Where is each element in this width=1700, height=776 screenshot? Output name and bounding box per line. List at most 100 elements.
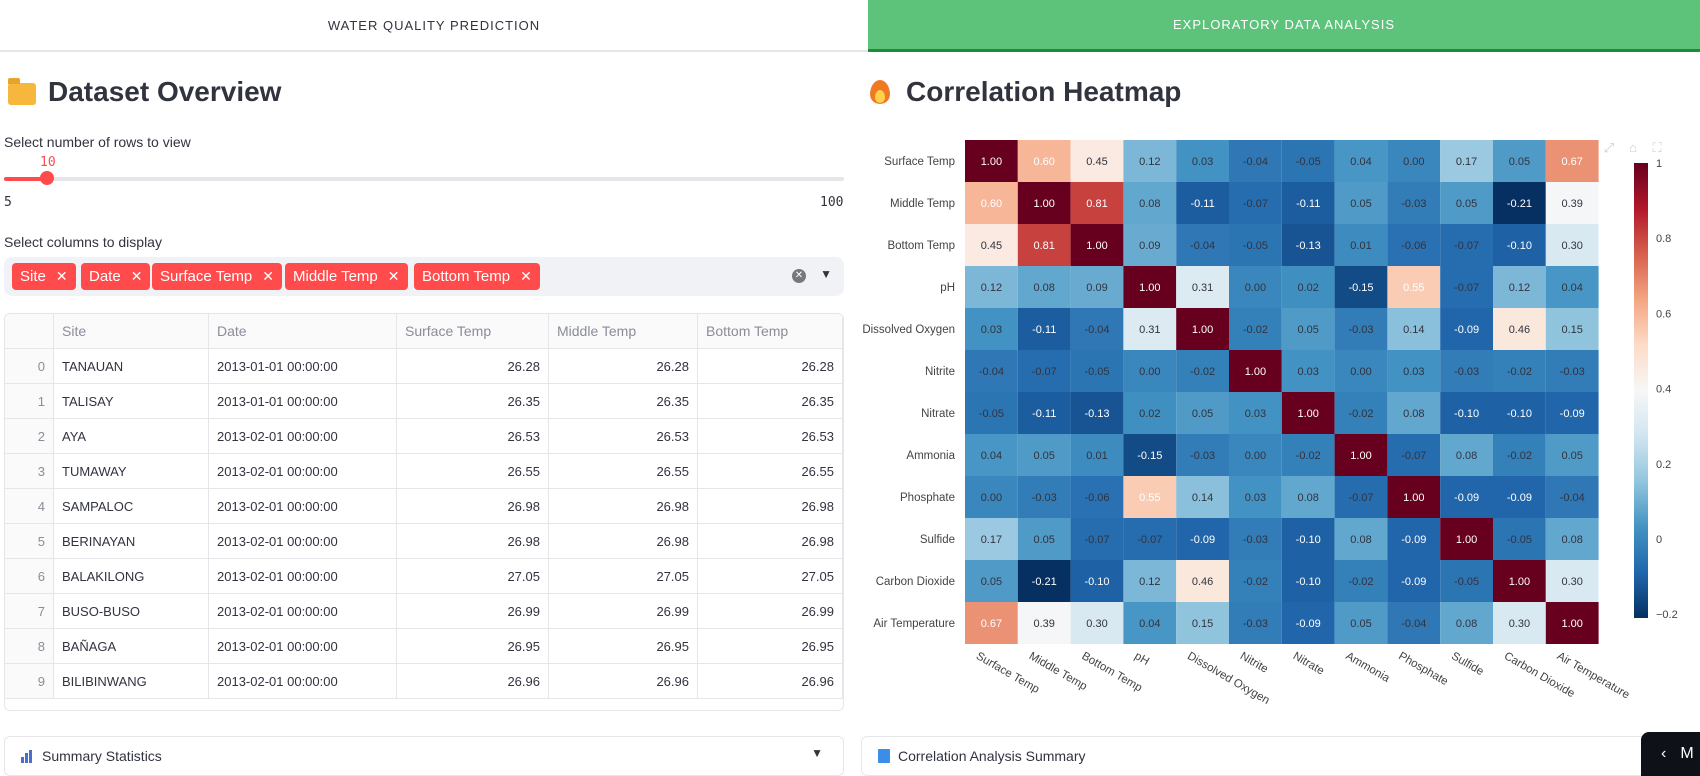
y-tick-label: Carbon Dioxide — [876, 576, 955, 588]
heatmap-cell-label: -0.10 — [1507, 240, 1532, 252]
column-header-site[interactable]: Site — [53, 314, 209, 349]
rows-slider-thumb[interactable] — [40, 171, 54, 185]
remove-chip-icon[interactable]: ✕ — [520, 268, 532, 285]
heatmap-cell-label: 0.01 — [1350, 240, 1371, 252]
tab-water-quality-prediction[interactable]: WATER QUALITY PREDICTION — [0, 0, 868, 52]
table-header-row: Site Date Surface Temp Middle Temp Botto… — [5, 314, 843, 349]
cell-bottom-temp: 26.98 — [697, 523, 843, 559]
correlation-heatmap-heading: Correlation Heatmap — [866, 76, 1181, 108]
table-row[interactable]: 6 BALAKILONG 2013-02-01 00:00:00 27.05 27.05… — [5, 558, 843, 594]
dataframe-table[interactable]: Site Date Surface Temp Middle Temp Botto… — [4, 313, 844, 711]
heatmap-cell-label: 0.17 — [981, 534, 1002, 546]
cell-middle-temp: 26.99 — [548, 593, 698, 629]
table-row[interactable]: 4 SAMPALOC 2013-02-01 00:00:00 26.98 26.98 26… — [5, 488, 843, 524]
row-index: 6 — [5, 558, 54, 594]
cell-bottom-temp: 26.28 — [697, 348, 843, 384]
heatmap-cell-label: 0.00 — [1139, 366, 1160, 378]
y-tick-label: Nitrite — [925, 366, 955, 378]
table-row[interactable]: 3 TUMAWAY 2013-02-01 00:00:00 26.55 26.55 26.… — [5, 453, 843, 489]
x-tick-label: Phosphate — [1396, 650, 1450, 688]
rows-slider-label: Select number of rows to view — [4, 134, 191, 150]
heatmap-cell-label: 1.00 — [1509, 576, 1530, 588]
heatmap-cell-label: -0.03 — [1348, 324, 1373, 336]
rows-slider[interactable] — [4, 171, 844, 185]
heatmap-cell-label: -0.04 — [1190, 240, 1215, 252]
column-header-surface-temp[interactable]: Surface Temp — [396, 314, 549, 349]
chip-label: Bottom Temp — [422, 268, 511, 285]
cell-surface-temp: 26.95 — [396, 628, 549, 664]
heatmap-cell-label: 0.67 — [981, 618, 1002, 630]
remove-chip-icon[interactable]: ✕ — [56, 268, 68, 285]
chevron-down-icon[interactable]: ▼ — [811, 746, 823, 760]
heatmap-cell-label: -0.10 — [1454, 408, 1479, 420]
heatmap-cell-label: -0.15 — [1348, 282, 1373, 294]
heatmap-cell-label: -0.09 — [1454, 492, 1479, 504]
remove-chip-icon[interactable]: ✕ — [131, 268, 143, 285]
cell-surface-temp: 27.05 — [396, 558, 549, 594]
heatmap-cell-label: -0.07 — [1084, 534, 1109, 546]
row-index: 8 — [5, 628, 54, 664]
heatmap-cell-label: -0.21 — [1032, 576, 1057, 588]
heatmap-cell-label: 0.81 — [1086, 198, 1107, 210]
chip-label: Site — [20, 268, 46, 285]
heatmap-cell-label: 0.03 — [1245, 492, 1266, 504]
heatmap-cell-label: -0.09 — [1190, 534, 1215, 546]
heatmap-cell-label: 1.00 — [1086, 240, 1107, 252]
tab-exploratory-data-analysis[interactable]: EXPLORATORY DATA ANALYSIS — [868, 0, 1700, 52]
y-tick-label: Bottom Temp — [887, 240, 955, 252]
correlation-analysis-expander[interactable]: Correlation Analysis Summary — [861, 736, 1651, 776]
heatmap-cell-label: -0.06 — [1401, 240, 1426, 252]
heatmap-cell-label: 0.15 — [1192, 618, 1213, 630]
y-tick-label: Ammonia — [906, 450, 955, 462]
heatmap-cell-label: 0.12 — [1139, 156, 1160, 168]
table-row[interactable]: 1 TALISAY 2013-01-01 00:00:00 26.35 26.35 26.… — [5, 383, 843, 419]
cell-site: SAMPALOC — [53, 488, 209, 524]
summary-statistics-expander[interactable]: Summary Statistics ▼ — [4, 736, 844, 776]
correlation-heatmap-chart[interactable]: 1.00 0.60 0.45 0.12 0.03 -0.04 -0.05 0.04 0.00 0.… — [850, 130, 1700, 720]
heatmap-cell-label: 0.08 — [1561, 534, 1582, 546]
table-row[interactable]: 5 BERINAYAN 2013-02-01 00:00:00 26.98 26.98 2… — [5, 523, 843, 559]
cell-date: 2013-02-01 00:00:00 — [208, 488, 397, 524]
correlation-analysis-label: Correlation Analysis Summary — [898, 748, 1086, 764]
heatmap-cell-label: -0.09 — [1296, 618, 1321, 630]
y-tick-label: pH — [940, 282, 955, 294]
folder-icon — [8, 78, 36, 105]
heatmap-cell-label: -0.05 — [979, 408, 1004, 420]
heatmap-cell-label: 1.00 — [1297, 408, 1318, 420]
cell-bottom-temp: 26.99 — [697, 593, 843, 629]
table-row[interactable]: 8 BAÑAGA 2013-02-01 00:00:00 26.95 26.95 26.9… — [5, 628, 843, 664]
chip-middle-temp[interactable]: Middle Temp ✕ — [285, 263, 408, 290]
cell-date: 2013-02-01 00:00:00 — [208, 628, 397, 664]
sidebar-toggle-button[interactable]: ‹ M — [1641, 732, 1700, 776]
y-tick-label: Nitrate — [921, 408, 955, 420]
colorbar-tick-label: 0 — [1656, 534, 1662, 546]
table-row[interactable]: 9 BILIBINWANG 2013-02-01 00:00:00 26.96 26.9… — [5, 663, 843, 699]
heatmap-cell-label: 0.60 — [981, 198, 1002, 210]
chevron-down-icon[interactable]: ▼ — [820, 267, 832, 281]
cell-site: AYA — [53, 418, 209, 454]
column-header-middle-temp[interactable]: Middle Temp — [548, 314, 698, 349]
chip-date[interactable]: Date ✕ — [81, 263, 151, 290]
chevron-left-icon: ‹ — [1661, 745, 1667, 762]
column-header-bottom-temp[interactable]: Bottom Temp — [697, 314, 843, 349]
remove-chip-icon[interactable]: ✕ — [262, 268, 274, 285]
column-header-date[interactable]: Date — [208, 314, 397, 349]
chip-surface-temp[interactable]: Surface Temp ✕ — [152, 263, 283, 290]
remove-chip-icon[interactable]: ✕ — [388, 268, 400, 285]
table-row[interactable]: 2 AYA 2013-02-01 00:00:00 26.53 26.53 26.53 — [5, 418, 843, 454]
heatmap-cell-label: 0.05 — [1033, 450, 1054, 462]
x-tick-label: Nitrate — [1291, 650, 1326, 677]
table-row[interactable]: 0 TANAUAN 2013-01-01 00:00:00 26.28 26.28 26.… — [5, 348, 843, 384]
heatmap-cell-label: -0.03 — [1243, 534, 1268, 546]
chip-site[interactable]: Site ✕ — [12, 263, 76, 290]
clear-all-icon[interactable]: ✕ — [792, 269, 806, 283]
heatmap-cell-label: -0.03 — [1243, 618, 1268, 630]
chip-bottom-temp[interactable]: Bottom Temp ✕ — [414, 263, 540, 290]
heatmap-cell-label: -0.11 — [1296, 198, 1320, 210]
heatmap-cell-label: -0.03 — [1032, 492, 1057, 504]
heatmap-cell-label: 0.00 — [1245, 450, 1266, 462]
columns-multiselect[interactable]: Site ✕ Date ✕ Surface Temp ✕ Middle Temp ✕ B… — [4, 257, 844, 296]
cell-date: 2013-01-01 00:00:00 — [208, 348, 397, 384]
cell-site: BERINAYAN — [53, 523, 209, 559]
table-row[interactable]: 7 BUSO-BUSO 2013-02-01 00:00:00 26.99 26.99 2… — [5, 593, 843, 629]
